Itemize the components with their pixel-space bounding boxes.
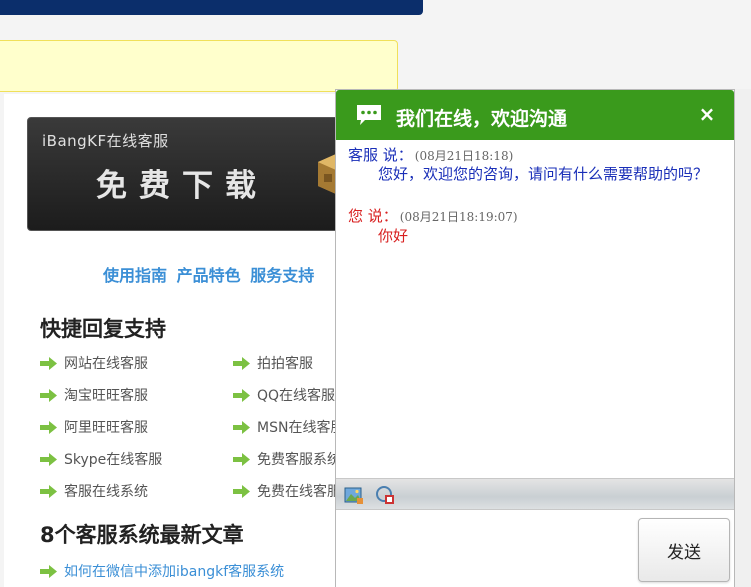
list-item[interactable]: 淘宝旺旺客服 — [40, 385, 148, 405]
banner-download-text: 免费下载 — [96, 168, 268, 204]
chat-bubble-icon — [357, 105, 381, 125]
list-item[interactable]: 客服在线系统 — [40, 481, 148, 501]
green-arrow-icon — [40, 356, 57, 370]
screenshot-icon[interactable] — [375, 485, 395, 505]
list-item[interactable]: 阿里旺旺客服 — [40, 417, 148, 437]
download-banner[interactable]: iBangKF在线客服 免费下载 — [27, 117, 354, 231]
user-message-header: 您 说： (08月21日18:19:07) — [348, 207, 518, 225]
close-icon[interactable]: × — [696, 103, 718, 125]
link-guide[interactable]: 使用指南 — [103, 266, 167, 285]
chat-toolbar — [336, 478, 734, 510]
chat-title: 我们在线，欢迎沟通 — [396, 108, 568, 130]
list-item[interactable]: 免费在线客服 — [233, 481, 336, 501]
top-nav-bar — [0, 0, 423, 15]
link-support[interactable]: 服务支持 — [250, 266, 314, 285]
banner-brand: iBangKF在线客服 — [42, 132, 169, 150]
message-list: 客服 说： (08月21日18:18) 您好，欢迎您的咨询，请问有什么需要帮助的吗… — [336, 140, 734, 478]
green-arrow-icon — [233, 452, 250, 466]
list-item[interactable]: 拍拍客服 — [233, 353, 313, 373]
green-arrow-icon — [233, 484, 250, 498]
green-arrow-icon — [233, 356, 250, 370]
article-link[interactable]: 如何在微信中添加ibangkf客服系统 — [40, 561, 284, 581]
image-upload-icon[interactable] — [344, 485, 364, 505]
green-arrow-icon — [40, 564, 57, 578]
quick-reply-title: 快捷回复支持 — [40, 317, 166, 341]
chat-header[interactable]: 我们在线，欢迎沟通 × — [336, 90, 734, 140]
chat-window: 我们在线，欢迎沟通 × 客服 说： (08月21日18:18) 您好，欢迎您的咨询… — [335, 89, 735, 587]
user-message-text: 你好 — [378, 227, 409, 245]
green-arrow-icon — [233, 420, 250, 434]
list-item[interactable]: 网站在线客服 — [40, 353, 148, 373]
green-arrow-icon — [40, 388, 57, 402]
list-item[interactable]: 免费客服系统 — [233, 449, 336, 469]
list-item[interactable]: QQ在线客服 — [233, 385, 335, 405]
list-item[interactable]: Skype在线客服 — [40, 449, 162, 469]
list-item[interactable]: MSN在线客服 — [233, 417, 336, 437]
articles-title: 8个客服系统最新文章 — [40, 523, 244, 547]
nav-links: 使用指南 产品特色 服务支持 — [103, 262, 318, 286]
green-arrow-icon — [233, 388, 250, 402]
agent-message-text: 您好，欢迎您的咨询，请问有什么需要帮助的吗？ — [378, 165, 709, 183]
agent-message-header: 客服 说： (08月21日18:18) — [348, 146, 514, 164]
link-features[interactable]: 产品特色 — [177, 266, 241, 285]
send-button[interactable]: 发送 — [638, 518, 730, 582]
green-arrow-icon — [40, 420, 57, 434]
notice-box — [0, 40, 398, 92]
right-edge — [735, 89, 751, 587]
list-area: 网站在线客服 淘宝旺旺客服 阿里旺旺客服 Skype在线客服 客服在线系统 拍拍… — [4, 345, 336, 587]
green-arrow-icon — [40, 484, 57, 498]
green-arrow-icon — [40, 452, 57, 466]
